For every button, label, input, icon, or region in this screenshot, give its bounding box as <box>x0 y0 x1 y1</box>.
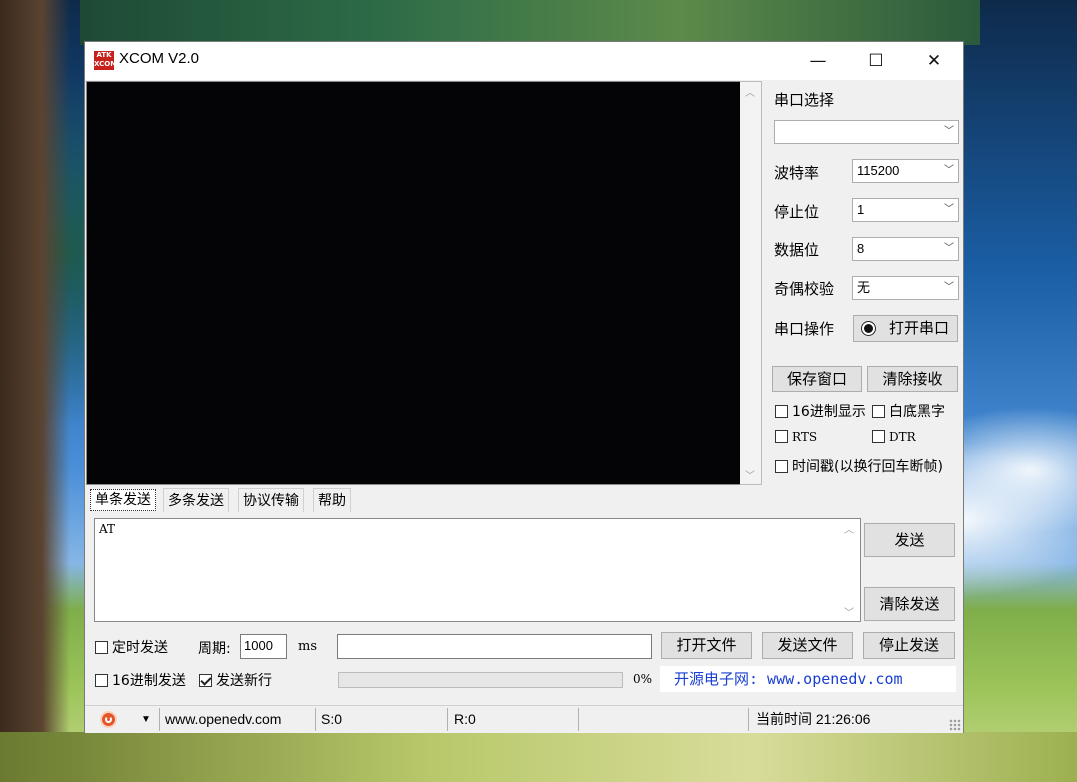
hex-display-option[interactable]: 16进制显示 <box>775 401 866 421</box>
send-newline-option[interactable]: 发送新行 <box>199 670 272 690</box>
openedv-link[interactable]: 开源电子网: www.openedv.com <box>660 666 956 692</box>
tab-multi-send[interactable]: 多条发送 <box>163 488 229 512</box>
dtr-checkbox[interactable] <box>872 430 885 443</box>
hex-display-label: 16进制显示 <box>792 404 866 420</box>
parity-label: 奇偶校验 <box>774 280 835 298</box>
dtr-label: DTR <box>889 430 916 444</box>
status-icon[interactable] <box>100 711 117 728</box>
hex-send-label: 16进制发送 <box>112 673 186 689</box>
chevron-down-icon: ﹀ <box>944 126 954 137</box>
timestamp-checkbox[interactable] <box>775 460 788 473</box>
menu-dropdown-icon[interactable]: ▼ <box>141 706 151 733</box>
hex-send-option[interactable]: 16进制发送 <box>95 670 186 690</box>
title-bar[interactable]: ATK XCOM XCOM V2.0 — ☐ ✕ <box>85 42 963 80</box>
open-file-button[interactable]: 打开文件 <box>661 632 752 659</box>
rts-option[interactable]: RTS <box>775 429 817 445</box>
clear-send-button[interactable]: 清除发送 <box>864 587 955 621</box>
stop-bits-select[interactable]: 1 ﹀ <box>852 198 959 222</box>
port-select[interactable]: ﹀ <box>774 120 959 144</box>
maximize-button[interactable]: ☐ <box>847 42 905 80</box>
wallpaper-foliage <box>80 0 980 45</box>
scroll-down-icon[interactable]: ﹀ <box>740 467 760 482</box>
dtr-option[interactable]: DTR <box>872 429 916 445</box>
file-path-input[interactable] <box>337 634 652 659</box>
timed-send-option[interactable]: 定时发送 <box>95 637 168 657</box>
white-bg-label: 白底黑字 <box>889 404 945 420</box>
progress-percent: 0% <box>633 672 653 686</box>
chevron-down-icon: ﹀ <box>944 282 954 293</box>
baud-rate-select[interactable]: 115200 ﹀ <box>852 159 959 183</box>
send-newline-label: 发送新行 <box>216 673 272 689</box>
status-bar: ▼ www.openedv.com S:0 R:0 当前时间 21:26:06 <box>85 705 963 733</box>
clear-receive-button[interactable]: 清除接收 <box>867 366 958 392</box>
port-operation-label: 串口操作 <box>774 320 835 338</box>
xcom-window: ATK XCOM XCOM V2.0 — ☐ ✕ ︿ ﹀ 串口选择 ﹀ 波特率 1… <box>84 41 964 733</box>
hex-display-checkbox[interactable] <box>775 405 788 418</box>
baud-rate-label: 波特率 <box>774 164 820 182</box>
app-icon: ATK XCOM <box>94 51 118 70</box>
window-title: XCOM V2.0 <box>119 50 200 67</box>
tab-help[interactable]: 帮助 <box>313 488 351 512</box>
resize-grip[interactable] <box>949 719 961 731</box>
tab-single-send[interactable]: 单条发送 <box>90 489 156 511</box>
rts-label: RTS <box>792 430 818 444</box>
close-button[interactable]: ✕ <box>905 42 963 80</box>
data-bits-label: 数据位 <box>774 241 820 259</box>
period-input[interactable]: 1000 <box>240 634 287 659</box>
timed-send-checkbox[interactable] <box>95 641 108 654</box>
parity-select[interactable]: 无 ﹀ <box>852 276 959 300</box>
scroll-up-icon[interactable]: ︿ <box>740 84 760 99</box>
open-port-label: 打开串口 <box>888 319 949 337</box>
tab-protocol[interactable]: 协议传输 <box>238 488 304 512</box>
receive-scrollbar[interactable]: ︿ ﹀ <box>740 81 762 485</box>
send-newline-checkbox[interactable] <box>199 674 212 687</box>
stop-bits-label: 停止位 <box>774 203 820 221</box>
stop-bits-value: 1 <box>857 202 865 217</box>
scroll-up-icon[interactable]: ︿ <box>838 521 860 536</box>
scroll-down-icon[interactable]: ﹀ <box>838 604 860 619</box>
save-window-button[interactable]: 保存窗口 <box>772 366 862 392</box>
baud-rate-value: 115200 <box>857 163 900 178</box>
chevron-down-icon: ﹀ <box>944 243 954 254</box>
send-file-button[interactable]: 发送文件 <box>762 632 853 659</box>
hex-send-checkbox[interactable] <box>95 674 108 687</box>
rts-checkbox[interactable] <box>775 430 788 443</box>
parity-value: 无 <box>857 280 871 295</box>
data-bits-value: 8 <box>857 241 865 256</box>
stop-send-button[interactable]: 停止发送 <box>863 632 955 659</box>
timestamp-option[interactable]: 时间戳(以换行回车断帧) <box>775 456 943 476</box>
sent-count: S:0 <box>321 711 343 727</box>
wallpaper-tree <box>0 0 70 782</box>
port-select-label: 串口选择 <box>774 91 835 109</box>
send-scrollbar[interactable]: ︿ ﹀ <box>838 519 860 621</box>
website-link[interactable]: www.openedv.com <box>165 706 281 733</box>
send-button[interactable]: 发送 <box>864 523 955 557</box>
white-bg-option[interactable]: 白底黑字 <box>872 401 945 421</box>
white-bg-checkbox[interactable] <box>872 405 885 418</box>
open-port-button[interactable]: 打开串口 <box>853 315 958 342</box>
received-count: R:0 <box>454 711 476 727</box>
timestamp-label: 时间戳(以换行回车断帧) <box>792 459 943 475</box>
minimize-button[interactable]: — <box>789 42 847 80</box>
current-time: 当前时间 21:26:06 <box>756 711 871 727</box>
port-status-icon <box>861 321 876 336</box>
period-unit: ms <box>298 639 317 654</box>
period-label: 周期: <box>198 641 231 657</box>
chevron-down-icon: ﹀ <box>944 204 954 215</box>
send-textarea[interactable]: AT <box>94 518 861 622</box>
timed-send-label: 定时发送 <box>112 640 168 656</box>
receive-area[interactable] <box>86 81 762 485</box>
wallpaper-grass <box>0 732 1077 782</box>
data-bits-select[interactable]: 8 ﹀ <box>852 237 959 261</box>
chevron-down-icon: ﹀ <box>944 165 954 176</box>
send-progress-bar <box>338 672 623 688</box>
